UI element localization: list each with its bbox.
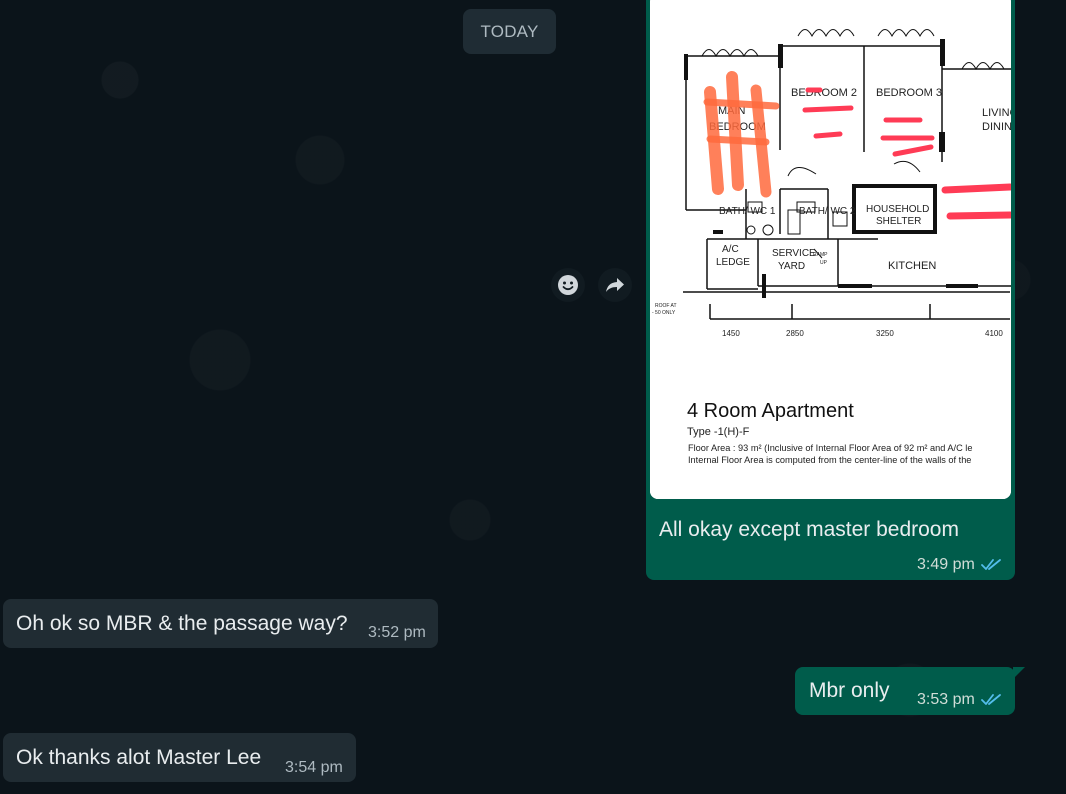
message-bubble[interactable]: Oh ok so MBR & the passage way? 3:52 pm bbox=[3, 599, 438, 648]
svg-text:Floor Area : 93 m² (Inclusiv: Floor Area : 93 m² (Inclusive of Interna… bbox=[688, 443, 972, 453]
message-meta: 3:52 pm bbox=[368, 624, 426, 642]
svg-text:RAMP: RAMP bbox=[813, 252, 828, 258]
svg-text:BATH/ WC 1: BATH/ WC 1 bbox=[719, 206, 776, 217]
svg-text:Internal Floor Area is compute: Internal Floor Area is computed from the… bbox=[688, 455, 971, 465]
emoji-icon bbox=[558, 275, 578, 295]
date-separator: TODAY bbox=[463, 9, 556, 54]
svg-text:BEDROOM 2: BEDROOM 2 bbox=[791, 87, 857, 99]
floor-plan-image[interactable]: ABC bbox=[650, 0, 1011, 499]
message-meta: 3:54 pm bbox=[285, 759, 343, 777]
message-bubble[interactable]: Ok thanks alot Master Lee 3:54 pm bbox=[3, 733, 356, 782]
svg-text:SERVICE: SERVICE bbox=[772, 248, 816, 259]
svg-text:2850: 2850 bbox=[786, 329, 804, 338]
message-bubble[interactable]: Mbr only 3:53 pm bbox=[795, 667, 1025, 715]
message-bubble-image[interactable]: ABC bbox=[646, 0, 1015, 580]
svg-text:1450: 1450 bbox=[722, 329, 740, 338]
svg-text:BEDROOM 3: BEDROOM 3 bbox=[876, 87, 942, 99]
svg-text:DININ: DININ bbox=[982, 121, 1011, 133]
svg-text:LEDGE: LEDGE bbox=[716, 257, 750, 268]
svg-text:- 50 ONLY: - 50 ONLY bbox=[652, 310, 676, 316]
forward-icon bbox=[606, 278, 624, 292]
image-caption: All okay except master bedroom bbox=[659, 518, 959, 541]
message-meta: 3:53 pm bbox=[917, 691, 1003, 709]
svg-text:UP: UP bbox=[820, 260, 828, 266]
message-time: 3:54 pm bbox=[285, 759, 343, 776]
svg-text:3250: 3250 bbox=[876, 329, 894, 338]
svg-text:HOUSEHOLD: HOUSEHOLD bbox=[866, 204, 929, 215]
svg-text:KITCHEN: KITCHEN bbox=[888, 260, 936, 272]
double-check-icon bbox=[980, 558, 1003, 572]
message-text: Oh ok so MBR & the passage way? bbox=[16, 612, 348, 635]
svg-text:BATH/ WC 2: BATH/ WC 2 bbox=[799, 206, 856, 217]
double-check-icon bbox=[980, 693, 1003, 707]
forward-button[interactable] bbox=[598, 268, 632, 302]
svg-text:SHELTER: SHELTER bbox=[876, 216, 921, 227]
message-time: 3:52 pm bbox=[368, 624, 426, 641]
message-text: Ok thanks alot Master Lee bbox=[16, 746, 262, 769]
svg-text:YARD: YARD bbox=[778, 261, 805, 272]
svg-text:4100: 4100 bbox=[985, 329, 1003, 338]
svg-text:Type -1(H)-F: Type -1(H)-F bbox=[687, 426, 750, 438]
message-time: 3:53 pm bbox=[917, 691, 975, 708]
svg-text:LIVING: LIVING bbox=[982, 107, 1011, 119]
svg-text:A/C: A/C bbox=[722, 244, 739, 255]
svg-text:4 Room Apartment: 4 Room Apartment bbox=[687, 400, 854, 422]
react-button[interactable] bbox=[551, 268, 585, 302]
svg-text:ROOF AT: ROOF AT bbox=[655, 303, 677, 309]
message-text: Mbr only bbox=[809, 679, 890, 702]
message-meta: 3:49 pm bbox=[917, 556, 1003, 574]
message-time: 3:49 pm bbox=[917, 556, 975, 573]
